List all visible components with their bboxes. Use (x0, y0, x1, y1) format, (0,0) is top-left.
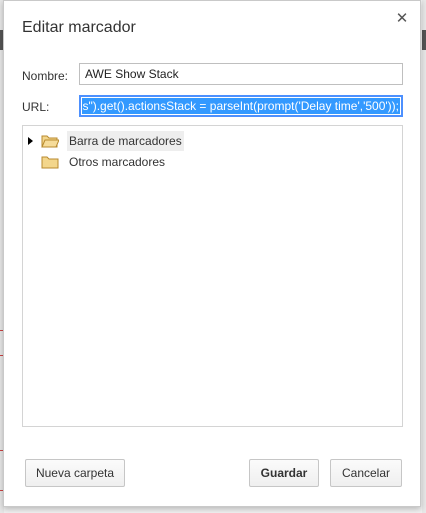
folder-open-icon (41, 135, 59, 148)
tree-item-label: Otros marcadores (69, 155, 166, 169)
background-right-strip (422, 0, 426, 513)
folder-tree[interactable]: Barra de marcadores Otros marcadores (22, 125, 403, 427)
folder-icon (41, 156, 59, 169)
cancel-button[interactable]: Cancelar (330, 459, 402, 487)
url-field[interactable]: js").get().actionsStack = parseInt(promp… (79, 95, 403, 117)
new-folder-button[interactable]: Nueva carpeta (25, 459, 125, 487)
background-right-dark-edge (422, 30, 426, 50)
tree-item-bookmarks-bar[interactable]: Barra de marcadores (23, 131, 223, 151)
tree-item-label: Barra de marcadores (67, 131, 184, 151)
name-label: Nombre: (22, 69, 69, 83)
url-label: URL: (22, 100, 50, 114)
save-button[interactable]: Guardar (249, 459, 319, 487)
dialog-title: Editar marcador (22, 19, 136, 36)
close-icon[interactable]: ✕ (394, 11, 410, 27)
tree-item-other-bookmarks[interactable]: Otros marcadores (23, 152, 223, 172)
url-selected-text: js").get().actionsStack = parseInt(promp… (82, 98, 400, 114)
name-field[interactable]: AWE Show Stack (79, 63, 403, 85)
edit-bookmark-dialog: Editar marcador ✕ Nombre: AWE Show Stack… (3, 0, 421, 507)
expand-arrow-icon[interactable] (28, 137, 33, 145)
